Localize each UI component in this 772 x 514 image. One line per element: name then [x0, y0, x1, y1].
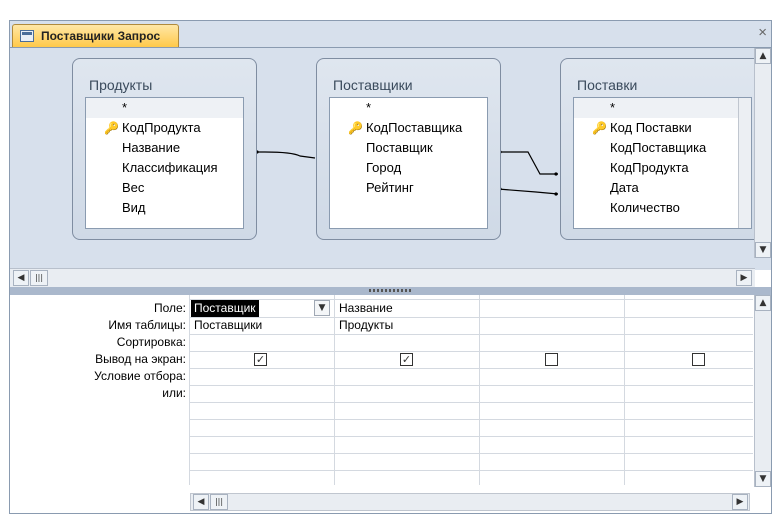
arrow-down-icon[interactable]: ▼	[755, 471, 771, 487]
row-label-field: Поле:	[153, 301, 186, 315]
arrow-right-icon[interactable]: ▶	[736, 270, 752, 286]
field-item[interactable]: 🔑 КодПродукта	[86, 118, 243, 138]
scroll-thumb[interactable]: |||	[30, 270, 48, 286]
pane-splitter[interactable]	[10, 287, 771, 295]
table-deliveries[interactable]: Поставки * 🔑 Код Поставки КодПоставщика К…	[560, 58, 765, 240]
tab-suppliers-query[interactable]: Поставщики Запрос	[12, 24, 180, 47]
table-products[interactable]: Продукты * 🔑 КодПродукта Название Классиф…	[72, 58, 257, 240]
grid-field-cell[interactable]: Поставщик	[191, 300, 259, 317]
grid-row-divider	[189, 453, 753, 454]
grid-horizontal-scrollbar[interactable]: ◀ ||| ▶	[190, 493, 750, 511]
tab-bar: Поставщики Запрос ×	[10, 21, 771, 48]
field-item[interactable]: *	[330, 98, 487, 118]
grid-row-divider	[189, 470, 753, 471]
grid-col-divider	[479, 295, 480, 485]
row-label-sort: Сортировка:	[116, 335, 186, 349]
key-icon: 🔑	[592, 121, 607, 135]
chevron-down-icon[interactable]: ▼	[314, 300, 330, 316]
query-designer-window: Поставщики Запрос × Продукты * 🔑 КодПроду…	[9, 20, 772, 514]
field-item[interactable]: *	[574, 98, 739, 118]
diagram-horizontal-scrollbar[interactable]: ◀ ||| ▶	[10, 268, 755, 287]
grid-col-divider	[189, 295, 190, 485]
field-item[interactable]: Поставщик	[330, 138, 487, 158]
table-suppliers[interactable]: Поставщики * 🔑 КодПоставщика Поставщик Го…	[316, 58, 501, 240]
show-checkbox[interactable]: ✓	[400, 353, 413, 366]
row-label-show: Вывод на экран:	[95, 352, 186, 366]
arrow-left-icon[interactable]: ◀	[13, 270, 29, 286]
field-item[interactable]: Город	[330, 158, 487, 178]
field-item[interactable]: Вес	[86, 178, 243, 198]
field-item[interactable]: 🔑 КодПоставщика	[330, 118, 487, 138]
field-item[interactable]: 🔑 Код Поставки	[574, 118, 751, 138]
row-label-table: Имя таблицы:	[108, 318, 186, 332]
show-checkbox[interactable]: ✓	[254, 353, 267, 366]
grid-row-divider	[189, 299, 753, 300]
relation-line-products-suppliers	[255, 151, 316, 159]
splitter-grip[interactable]	[368, 289, 413, 292]
key-icon: 🔑	[348, 121, 363, 135]
grid-vertical-scrollbar[interactable]: ▲ ▼	[754, 295, 771, 487]
grid-row-divider	[189, 368, 753, 369]
field-item[interactable]: Количество	[574, 198, 751, 218]
grid-row-divider	[189, 436, 753, 437]
field-item[interactable]: Название	[86, 138, 243, 158]
show-checkbox[interactable]	[692, 353, 705, 366]
grid-row-divider	[189, 351, 753, 352]
grid-col-divider	[334, 295, 335, 485]
grid-row-divider	[189, 419, 753, 420]
background-text-strip	[0, 0, 772, 20]
grid-row-divider	[189, 402, 753, 403]
arrow-up-icon[interactable]: ▲	[755, 48, 771, 64]
table-diagram-pane: Продукты * 🔑 КодПродукта Название Классиф…	[10, 48, 771, 270]
table-title-products: Продукты	[89, 77, 153, 93]
diagram-vertical-scrollbar[interactable]: ▲ ▼	[754, 48, 771, 258]
relation-line-suppliers-deliveries-2	[497, 188, 559, 195]
field-list-suppliers: * 🔑 КодПоставщика Поставщик Город Рейтинг	[329, 97, 488, 229]
row-label-or: или:	[162, 386, 186, 400]
table-title-deliveries: Поставки	[577, 77, 638, 93]
scroll-thumb[interactable]: |||	[210, 494, 228, 510]
check-icon: ✓	[255, 353, 266, 366]
grid-field-cell[interactable]: Название	[336, 300, 393, 317]
field-item[interactable]: Рейтинг	[330, 178, 487, 198]
tab-title: Поставщики Запрос	[41, 29, 161, 43]
table-title-suppliers: Поставщики	[333, 77, 413, 93]
field-item[interactable]: *	[86, 98, 243, 118]
query-design-grid: Поле: Имя таблицы: Сортировка: Вывод на …	[10, 295, 771, 513]
show-checkbox[interactable]	[545, 353, 558, 366]
grid-table-cell[interactable]: Поставщики	[191, 317, 262, 334]
field-item[interactable]: Классификация	[86, 158, 243, 178]
key-icon: 🔑	[104, 121, 119, 135]
grid-table-cell[interactable]: Продукты	[336, 317, 393, 334]
field-list-scrollbar[interactable]	[738, 98, 751, 228]
arrow-left-icon[interactable]: ◀	[193, 494, 209, 510]
grid-row-divider	[189, 385, 753, 386]
arrow-right-icon[interactable]: ▶	[732, 494, 748, 510]
close-icon[interactable]: ×	[758, 24, 767, 41]
row-label-criteria: Условие отбора:	[94, 369, 186, 383]
field-item[interactable]: Вид	[86, 198, 243, 218]
grid-row-divider	[189, 334, 753, 335]
field-item[interactable]: КодПоставщика	[574, 138, 751, 158]
grid-row-divider	[189, 317, 753, 318]
arrow-down-icon[interactable]: ▼	[755, 242, 771, 258]
field-list-products: * 🔑 КодПродукта Название Классификация Ве…	[85, 97, 244, 229]
arrow-up-icon[interactable]: ▲	[755, 295, 771, 311]
field-item[interactable]: КодПродукта	[574, 158, 751, 178]
field-item[interactable]: Дата	[574, 178, 751, 198]
grid-col-divider	[624, 295, 625, 485]
relation-line-suppliers-deliveries-1	[498, 151, 558, 175]
query-icon	[20, 30, 34, 42]
check-icon: ✓	[401, 353, 412, 366]
field-list-deliveries: * 🔑 Код Поставки КодПоставщика КодПродукт…	[573, 97, 752, 229]
